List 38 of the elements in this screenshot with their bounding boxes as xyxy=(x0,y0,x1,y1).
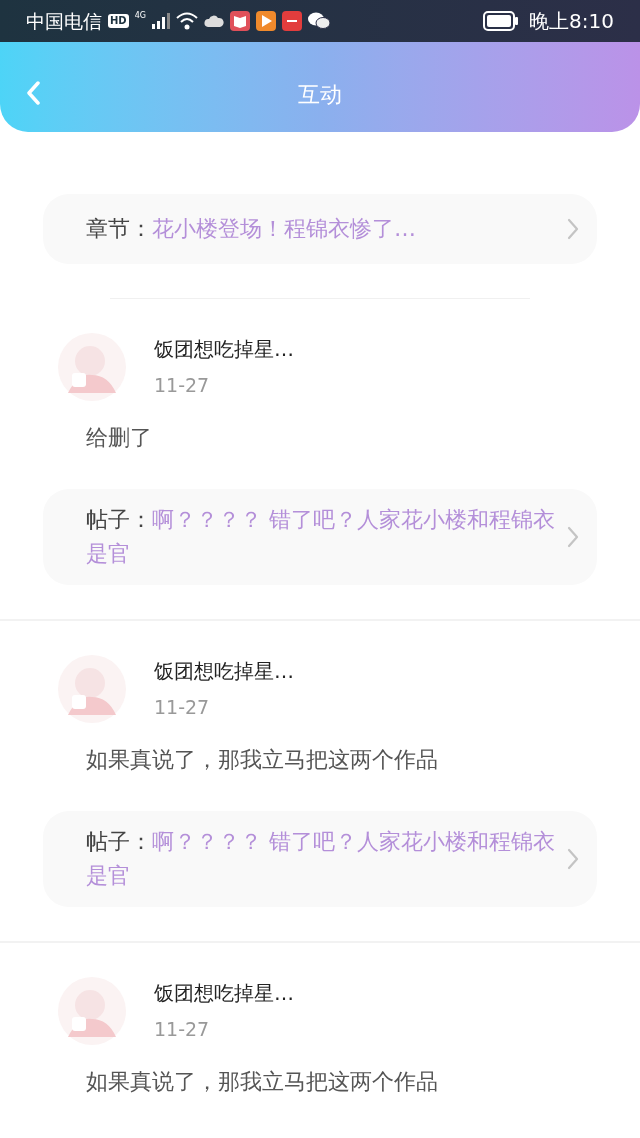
reference-text: 帖子：啊？？？？ 错了吧？人家花小楼和程锦衣是官 xyxy=(86,828,556,890)
book-app-icon xyxy=(229,11,250,31)
network-type: 4G xyxy=(134,10,146,22)
reference-label: 章节： xyxy=(86,216,152,241)
reference-text: 帖子：啊？？？？ 错了吧？人家花小楼和程锦衣是官 xyxy=(86,506,556,568)
carrier-name: 中国电信 xyxy=(26,8,102,34)
comment-date: 11-27 xyxy=(154,373,211,398)
cloud-icon xyxy=(203,15,224,27)
comment-text: 如果真说了，那我立马把这两个作品 xyxy=(85,1068,439,1096)
back-icon xyxy=(26,81,40,105)
comment-text: 如果真说了，那我立马把这两个作品 xyxy=(85,746,439,774)
reference-card[interactable]: 章节：花小楼登场！程锦衣惨了… xyxy=(43,194,597,264)
reference-text: 章节：花小楼登场！程锦衣惨了… xyxy=(86,215,417,243)
reference-label: 帖子： xyxy=(86,507,152,532)
avatar xyxy=(58,977,126,1045)
chevron-right-icon xyxy=(567,848,579,870)
chat-app-icon xyxy=(307,12,330,30)
store-app-icon xyxy=(281,11,302,31)
chevron-right-icon xyxy=(567,218,579,240)
wifi-icon xyxy=(175,12,198,30)
comment-text: 给删了 xyxy=(85,424,153,452)
comment-date: 11-27 xyxy=(154,1017,211,1042)
play-app-icon xyxy=(255,11,276,31)
page-title: 互动 xyxy=(298,80,342,109)
reference-card[interactable]: 帖子：啊？？？？ 错了吧？人家花小楼和程锦衣是官 xyxy=(43,811,597,907)
reference-label: 帖子： xyxy=(86,829,152,854)
clock-time: 晚上8:10 xyxy=(529,8,614,35)
avatar xyxy=(58,333,126,401)
reference-card[interactable]: 帖子：啊？？？？ 错了吧？人家花小楼和程锦衣是官 xyxy=(43,489,597,585)
username[interactable]: 饭团想吃掉星… xyxy=(154,978,294,1008)
battery-icon xyxy=(483,11,520,31)
comment-date: 11-27 xyxy=(154,695,211,720)
chevron-right-icon xyxy=(567,526,579,548)
username[interactable]: 饭团想吃掉星… xyxy=(154,334,294,364)
hd-badge: HD xyxy=(108,14,129,28)
username[interactable]: 饭团想吃掉星… xyxy=(154,656,294,686)
signal-icon xyxy=(151,13,170,29)
avatar xyxy=(58,655,126,723)
